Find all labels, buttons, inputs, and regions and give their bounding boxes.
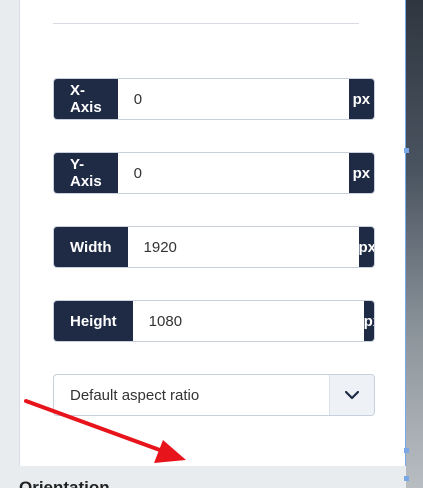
width-label: Width [54, 227, 128, 267]
divider [53, 23, 359, 24]
orientation-heading: Orientation [19, 478, 110, 488]
y-axis-unit: px [348, 153, 374, 193]
width-unit: px [358, 227, 374, 267]
chevron-down-icon[interactable] [329, 375, 374, 415]
y-axis-field: Y-Axis px [53, 152, 375, 194]
aspect-ratio-select[interactable]: Default aspect ratio [53, 374, 375, 416]
x-axis-input[interactable] [117, 79, 349, 119]
background-image [406, 0, 423, 488]
height-unit: px [363, 301, 374, 341]
selection-handle[interactable] [404, 148, 409, 153]
height-label: Height [54, 301, 133, 341]
height-input[interactable] [132, 301, 364, 341]
x-axis-unit: px [348, 79, 374, 119]
width-field: Width px [53, 226, 375, 268]
y-axis-input[interactable] [117, 153, 349, 193]
selection-handle[interactable] [404, 448, 409, 453]
height-field: Height px [53, 300, 375, 342]
settings-panel: X-Axis px Y-Axis px Width px Height px D… [19, 0, 406, 466]
width-input[interactable] [127, 227, 359, 267]
aspect-ratio-value: Default aspect ratio [70, 386, 200, 404]
y-axis-label: Y-Axis [54, 153, 118, 193]
x-axis-label: X-Axis [54, 79, 118, 119]
selection-handle[interactable] [404, 476, 409, 481]
x-axis-field: X-Axis px [53, 78, 375, 120]
